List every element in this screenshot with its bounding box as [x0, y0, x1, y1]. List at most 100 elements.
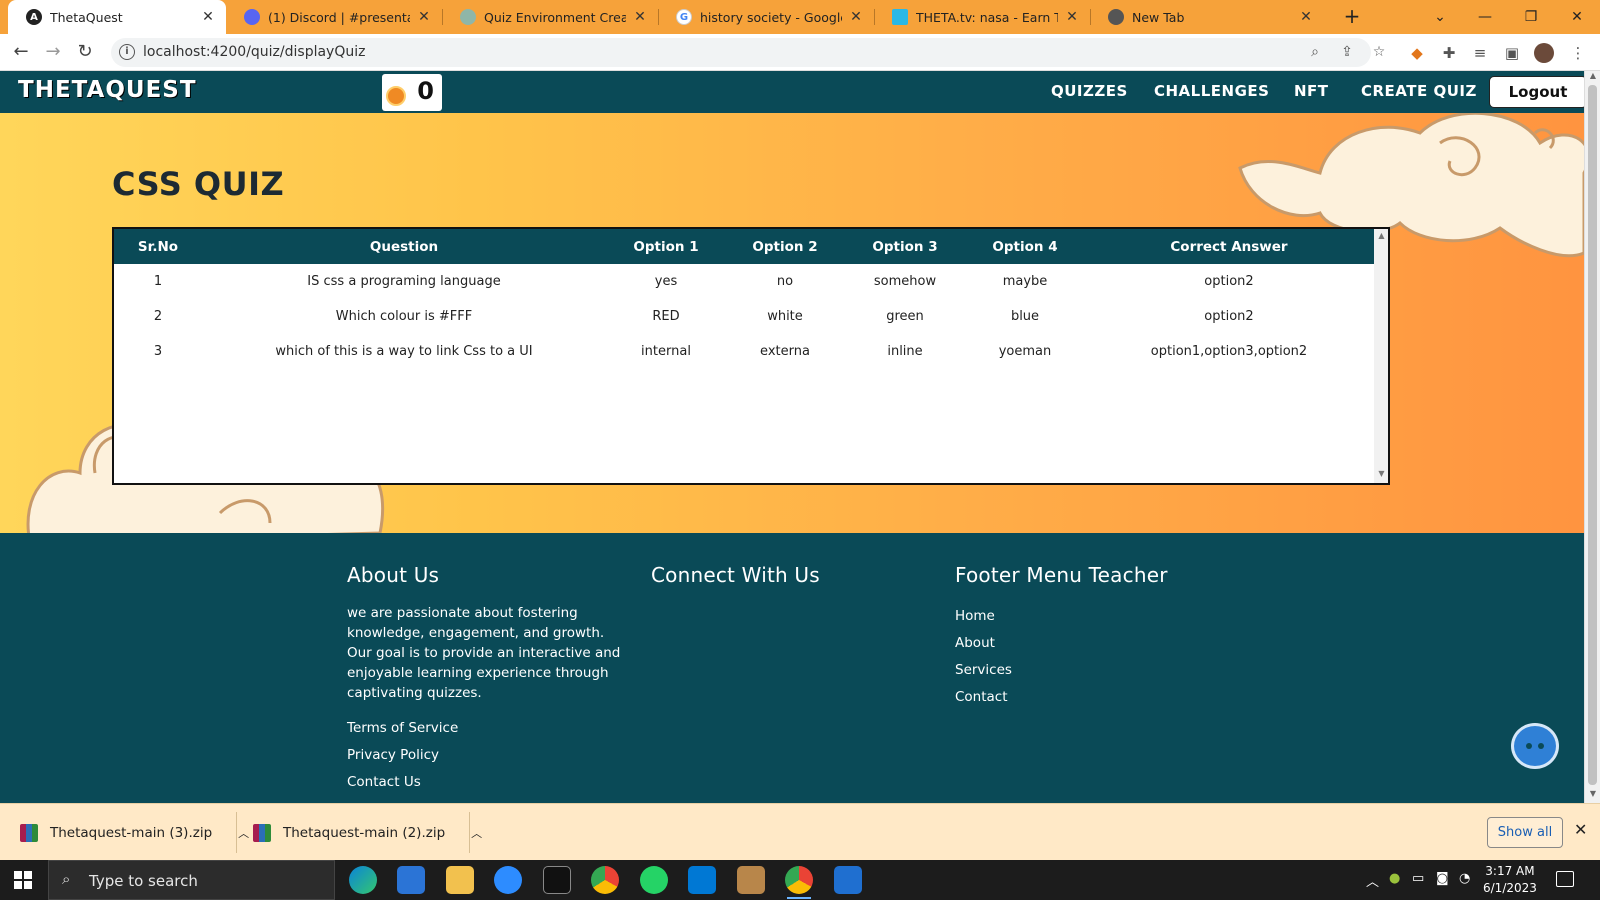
footer-link-terms[interactable]: Terms of Service — [347, 715, 632, 742]
share-icon[interactable]: ⇪ — [1338, 44, 1356, 62]
brand-logo[interactable]: THETAQUEST — [18, 77, 197, 103]
url-text[interactable]: localhost:4200/quiz/displayQuiz — [143, 44, 365, 60]
browser-tab-discord[interactable]: (1) Discord | #presentation | T ✕ — [226, 0, 442, 34]
taskbar-clock[interactable]: 3:17 AM 6/1/2023 — [1483, 863, 1537, 897]
forward-arrow-icon[interactable]: → — [41, 40, 65, 64]
close-tab-icon[interactable]: ✕ — [1298, 9, 1314, 25]
wifi-icon[interactable]: ◔ — [1459, 871, 1470, 886]
browser-tab-new-tab[interactable]: New Tab ✕ — [1090, 0, 1324, 34]
browser-toolbar: ← → ↻ i localhost:4200/quiz/displayQuiz … — [0, 34, 1600, 71]
footer-link-contact[interactable]: Contact — [955, 684, 1168, 711]
footer-connect-title: Connect With Us — [651, 563, 820, 587]
minimize-icon[interactable]: — — [1473, 5, 1497, 29]
browser-tab-google[interactable]: G history society - Google Searc ✕ — [658, 0, 874, 34]
extensions-puzzle-icon[interactable]: ✚ — [1439, 43, 1459, 63]
browser-tab-quiz-env[interactable]: Quiz Environment Creation ✕ — [442, 0, 658, 34]
col-header-option-4: Option 4 — [992, 238, 1058, 255]
browser-tab-thetaquest[interactable]: A ThetaQuest ✕ — [8, 0, 226, 34]
chevron-up-icon[interactable]: ︿ — [471, 825, 482, 841]
tab-title: (1) Discord | #presentation | T — [268, 9, 410, 25]
footer-menu-title: Footer Menu Teacher — [955, 563, 1168, 587]
tray-chevron-icon[interactable]: ︿ — [1366, 871, 1379, 890]
terminal-icon[interactable] — [543, 866, 571, 894]
browser-tab-theta[interactable]: THETA.tv: nasa - Earn TFuel ar ✕ — [874, 0, 1090, 34]
footer-link-services[interactable]: Services — [955, 657, 1168, 684]
coin-icon — [386, 86, 406, 106]
footer-link-about[interactable]: About — [955, 630, 1168, 657]
nav-challenges[interactable]: CHALLENGES — [1154, 82, 1269, 100]
side-panel-icon[interactable]: ▣ — [1502, 43, 1522, 63]
nav-create-quiz[interactable]: CREATE QUIZ — [1361, 82, 1477, 100]
page-scrollbar[interactable]: ▲ ▼ — [1584, 71, 1600, 803]
table-scrollbar[interactable]: ▲ ▼ — [1374, 229, 1388, 483]
scrollbar-thumb[interactable] — [1588, 85, 1597, 785]
photos-icon[interactable] — [834, 866, 862, 894]
cell-option-1: internal — [641, 344, 691, 359]
bookmark-star-icon[interactable]: ☆ — [1370, 44, 1388, 62]
zip-archive-icon — [253, 823, 271, 842]
download-item[interactable]: Thetaquest-main (3).zip ︿ — [20, 804, 249, 861]
profile-avatar[interactable] — [1534, 43, 1554, 63]
cell-correct-answer: option2 — [1204, 309, 1254, 324]
web-page: THETAQUEST 0 QUIZZES CHALLENGES NFT CREA… — [0, 71, 1584, 803]
zoom-icon[interactable] — [494, 866, 522, 894]
footer-about-text: we are passionate about fostering knowle… — [347, 605, 621, 701]
nav-nft[interactable]: NFT — [1294, 82, 1329, 100]
download-item[interactable]: Thetaquest-main (2).zip ︿ — [253, 804, 482, 861]
nav-quizzes[interactable]: QUIZZES — [1051, 82, 1128, 100]
coin-balance: 0 — [382, 74, 442, 111]
tab-title: ThetaQuest — [50, 9, 123, 25]
close-tab-icon[interactable]: ✕ — [848, 9, 864, 25]
new-tab-button[interactable]: + — [1340, 5, 1364, 29]
cell-option-2: white — [767, 309, 803, 324]
menu-kebab-icon[interactable]: ⋮ — [1568, 43, 1588, 63]
scroll-up-arrow-icon[interactable]: ▲ — [1585, 71, 1600, 85]
site-info-icon[interactable]: i — [119, 44, 135, 60]
back-arrow-icon[interactable]: ← — [9, 40, 33, 64]
notification-center-icon[interactable] — [1556, 871, 1574, 887]
zoom-icon[interactable]: ⌕ — [1306, 44, 1324, 62]
battery-icon[interactable]: ▭ — [1412, 871, 1424, 886]
chrome-icon[interactable] — [591, 866, 619, 894]
close-tab-icon[interactable]: ✕ — [416, 9, 432, 25]
scroll-down-arrow-icon[interactable]: ▼ — [1374, 469, 1388, 483]
chevron-up-icon[interactable]: ︿ — [238, 825, 249, 841]
tab-title: history society - Google Searc — [700, 9, 842, 25]
footer-link-privacy[interactable]: Privacy Policy — [347, 742, 632, 769]
address-bar[interactable]: i localhost:4200/quiz/displayQuiz ⌕ ⇪ ☆ — [111, 38, 1385, 67]
whatsapp-icon[interactable] — [640, 866, 668, 894]
package-icon[interactable] — [737, 866, 765, 894]
logout-button[interactable]: Logout — [1489, 76, 1584, 108]
close-tab-icon[interactable]: ✕ — [632, 9, 648, 25]
file-explorer-icon[interactable] — [446, 866, 474, 894]
show-all-downloads-button[interactable]: Show all — [1487, 817, 1563, 848]
scroll-up-arrow-icon[interactable]: ▲ — [1374, 231, 1388, 245]
clock-time: 3:17 AM — [1485, 864, 1535, 878]
downloads-bar: Thetaquest-main (3).zip ︿ Thetaquest-mai… — [0, 803, 1600, 860]
tray-app-icon[interactable]: ● — [1389, 871, 1400, 886]
metamask-fox-icon[interactable]: ◆ — [1407, 43, 1427, 63]
reload-icon[interactable]: ↻ — [73, 40, 97, 64]
footer-link-home[interactable]: Home — [955, 603, 1168, 630]
chat-bubble-icon[interactable] — [1511, 723, 1559, 769]
scroll-down-arrow-icon[interactable]: ▼ — [1585, 789, 1600, 803]
store-icon[interactable] — [397, 866, 425, 894]
footer-menu-column: Footer Menu Teacher Home About Services … — [955, 563, 1168, 711]
reading-list-icon[interactable]: ≡ — [1470, 43, 1490, 63]
table-row: 3 which of this is a way to link Css to … — [114, 334, 1374, 369]
close-downloads-icon[interactable]: ✕ — [1574, 820, 1587, 839]
cell-correct-answer: option1,option3,option2 — [1150, 344, 1308, 359]
edge-icon[interactable] — [349, 866, 377, 894]
cell-option-4: maybe — [1002, 274, 1048, 289]
vscode-icon[interactable] — [688, 866, 716, 894]
windows-start-icon[interactable] — [14, 871, 32, 889]
footer-link-contact-us[interactable]: Contact Us — [347, 769, 632, 796]
close-window-icon[interactable]: ✕ — [1565, 5, 1589, 29]
close-tab-icon[interactable]: ✕ — [200, 9, 216, 25]
chrome-active-icon[interactable] — [785, 866, 813, 899]
tab-search-chevron-icon[interactable]: ⌄ — [1428, 5, 1452, 29]
meet-now-icon[interactable]: ◙ — [1436, 871, 1449, 886]
restore-icon[interactable]: ❐ — [1519, 5, 1543, 29]
taskbar-search-box[interactable]: ⌕ Type to search — [48, 860, 335, 900]
close-tab-icon[interactable]: ✕ — [1064, 9, 1080, 25]
